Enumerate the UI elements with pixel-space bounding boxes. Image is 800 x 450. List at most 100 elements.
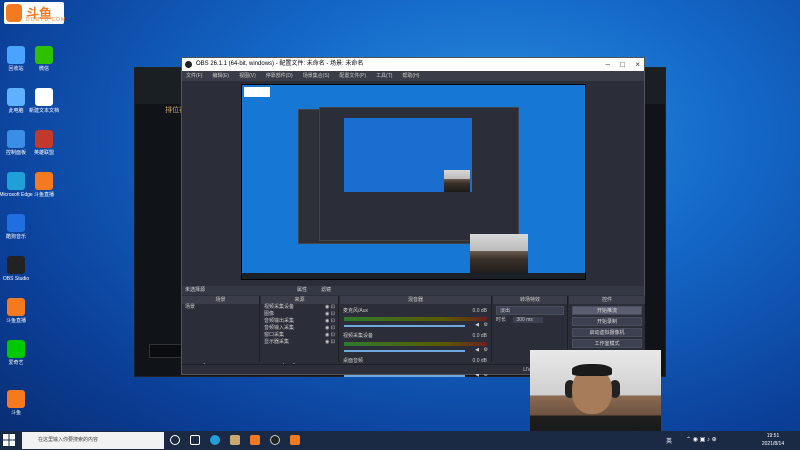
scene-item[interactable]: 场景 <box>182 304 259 311</box>
game-icon <box>35 130 53 148</box>
volume-slider[interactable] <box>344 325 465 327</box>
obs-menu-item[interactable]: 场景集合(S) <box>303 73 330 79</box>
control-button[interactable]: 启动虚拟摄像机 <box>572 328 642 337</box>
channel-name: 麦克风/Aux <box>343 308 369 314</box>
source-toolbar: 未选择源 属性 滤镜 <box>182 286 644 295</box>
tray-icons[interactable]: ⌃ ◉ ▣ ♪ ⊕ <box>686 436 717 443</box>
channel-db: 0.0 dB <box>472 308 487 314</box>
taskbar-search-input[interactable]: 在这里输入你要搜索的内容 <box>22 432 164 449</box>
sources-title: 来源 <box>261 296 338 304</box>
obs-titlebar: OBS 26.1.1 (64-bit, windows) - 配置文件: 未命名… <box>182 58 644 71</box>
minimize-icon[interactable]: – <box>606 58 610 71</box>
desktop-icon[interactable]: 酷狗音乐 <box>0 214 38 240</box>
eye-lock-icon[interactable]: ◉ ⊡ <box>325 325 335 332</box>
eye-lock-icon[interactable]: ◉ ⊡ <box>325 311 335 318</box>
obs-menu-item[interactable]: 配置文件(P) <box>339 73 366 79</box>
mixer-channel[interactable]: 视频采集设备 0.0 dB ◀ ⚙ <box>340 333 491 354</box>
preview-webcam <box>470 234 528 276</box>
transitions-title: 转场特效 <box>493 296 567 304</box>
desktop-icon[interactable]: OBS Studio <box>0 256 38 282</box>
source-item[interactable]: 视频采集设备 ◉ ⊡ <box>261 304 338 311</box>
mixer-channel[interactable]: 麦克风/Aux 0.0 dB ◀ ⚙ <box>340 308 491 329</box>
kugou-icon <box>7 214 25 232</box>
eye-lock-icon[interactable]: ◉ ⊡ <box>325 332 335 339</box>
speaker-icon[interactable]: ◀ <box>475 322 479 329</box>
obs-window[interactable]: OBS 26.1.1 (64-bit, windows) - 配置文件: 未命名… <box>181 57 645 378</box>
maximize-icon[interactable]: □ <box>620 58 625 71</box>
desktop-icon[interactable]: 爱奇艺 <box>0 340 38 366</box>
filters-button[interactable]: 滤镜 <box>321 286 331 295</box>
obs-preview[interactable] <box>241 84 586 280</box>
controls-title: 控件 <box>569 296 645 304</box>
text-document-icon <box>35 88 53 106</box>
close-icon[interactable]: × <box>635 58 640 71</box>
speaker-icon[interactable]: ◀ <box>475 347 479 354</box>
channel-settings-icon[interactable]: ⚙ <box>484 347 488 354</box>
desktop-icon[interactable]: 新建文本文档 <box>22 88 66 114</box>
control-button[interactable]: 开始录制 <box>572 317 642 326</box>
source-label: 音频输出采集 <box>264 318 295 324</box>
desktop-icon-label: 爱奇艺 <box>8 360 24 366</box>
source-item[interactable]: 图像 ◉ ⊡ <box>261 311 338 318</box>
desktop-icon[interactable]: 英雄联盟 <box>22 130 66 156</box>
streamer-hair <box>572 364 612 376</box>
iqiyi-icon <box>7 340 25 358</box>
desktop-icon-label: 微信 <box>38 66 49 72</box>
volume-slider[interactable] <box>344 350 465 352</box>
preview-taskbar <box>242 273 585 279</box>
source-item[interactable]: 显示器采集 ◉ ⊡ <box>261 339 338 346</box>
source-item[interactable]: 音频输出采集 ◉ ⊡ <box>261 318 338 325</box>
desktop-icon-label: 斗鱼直播 <box>33 192 54 198</box>
desktop-icon-label: 斗鱼直播 <box>5 318 26 324</box>
eye-lock-icon[interactable]: ◉ ⊡ <box>325 318 335 325</box>
preview-obs-window <box>319 107 519 241</box>
watermark-url: DOUYU.COM <box>26 17 67 23</box>
transition-select[interactable]: 淡出 <box>496 306 564 315</box>
scenes-title: 场景 <box>182 296 259 304</box>
scenes-panel[interactable]: 场景 场景 + − ⌃ ⌄ <box>182 296 260 372</box>
volume-meter <box>344 317 487 321</box>
tray-ime[interactable]: 英 <box>666 436 672 445</box>
volume-slider[interactable] <box>344 375 465 377</box>
obs-menu-item[interactable]: 帮助(H) <box>402 73 419 79</box>
desktop-icon-label: 英雄联盟 <box>33 150 54 156</box>
source-item[interactable]: 音频输入采集 ◉ ⊡ <box>261 325 338 332</box>
control-button[interactable]: 工作室模式 <box>572 339 642 348</box>
duration-label: 时长 <box>496 317 507 323</box>
obs-taskbar-icon[interactable] <box>270 435 280 445</box>
douyu-taskbar-icon[interactable] <box>250 435 260 445</box>
windows-start-icon[interactable] <box>2 433 16 447</box>
obs-menu-item[interactable]: 视图(V) <box>239 73 256 79</box>
obs-menu-item[interactable]: 工具(T) <box>376 73 392 79</box>
obs-menu-item[interactable]: 编辑(E) <box>212 73 229 79</box>
edge-taskbar-icon[interactable] <box>210 435 220 445</box>
source-label: 窗口采集 <box>264 332 285 338</box>
source-label: 视频采集设备 <box>264 304 295 310</box>
obs-menu-item[interactable]: 文件(F) <box>186 73 202 79</box>
properties-button[interactable]: 属性 <box>297 286 307 295</box>
sources-panel[interactable]: 来源 视频采集设备 ◉ ⊡ 图像 ◉ ⊡ 音频输出采集 ◉ ⊡ 音频输入采集 ◉ ⊡ 窗口采集 ◉… <box>261 296 339 372</box>
obs-menu-item[interactable]: 停靠部件(D) <box>266 73 293 79</box>
desktop-icon-label: 酷狗音乐 <box>5 234 26 240</box>
task-view-icon[interactable] <box>170 435 180 445</box>
desktop-icon[interactable]: 斗鱼直播 <box>0 298 38 324</box>
taskbar-clock[interactable]: 19:51 2021/8/14 <box>750 432 796 448</box>
mixer-panel[interactable]: 混音器 麦克风/Aux 0.0 dB ◀ ⚙ 视频采集设备 0.0 dB ◀ ⚙ 桌面音频 0.0… <box>340 296 492 378</box>
lol-taskbar-icon[interactable] <box>230 435 240 445</box>
duration-input[interactable]: 300 ms <box>513 317 543 323</box>
desktop-icon[interactable]: 斗鱼直播 <box>22 172 66 198</box>
obs-icon <box>185 61 192 68</box>
douyu-watermark: 斗鱼 DOUYU.COM <box>4 2 67 24</box>
desktop-icon[interactable]: 斗鱼 <box>0 390 38 416</box>
eye-lock-icon[interactable]: ◉ ⊡ <box>325 304 335 311</box>
douyu-live-taskbar-icon[interactable] <box>290 435 300 445</box>
obs-icon <box>7 256 25 274</box>
desktop-icon[interactable]: 微信 <box>22 46 66 72</box>
source-item[interactable]: 窗口采集 ◉ ⊡ <box>261 332 338 339</box>
multitask-icon[interactable] <box>190 435 200 445</box>
control-button[interactable]: 开始推流 <box>572 306 642 315</box>
preview-douyu-logo <box>244 87 270 97</box>
channel-settings-icon[interactable]: ⚙ <box>484 322 488 329</box>
mixer-title: 混音器 <box>340 296 491 304</box>
eye-lock-icon[interactable]: ◉ ⊡ <box>325 339 335 346</box>
